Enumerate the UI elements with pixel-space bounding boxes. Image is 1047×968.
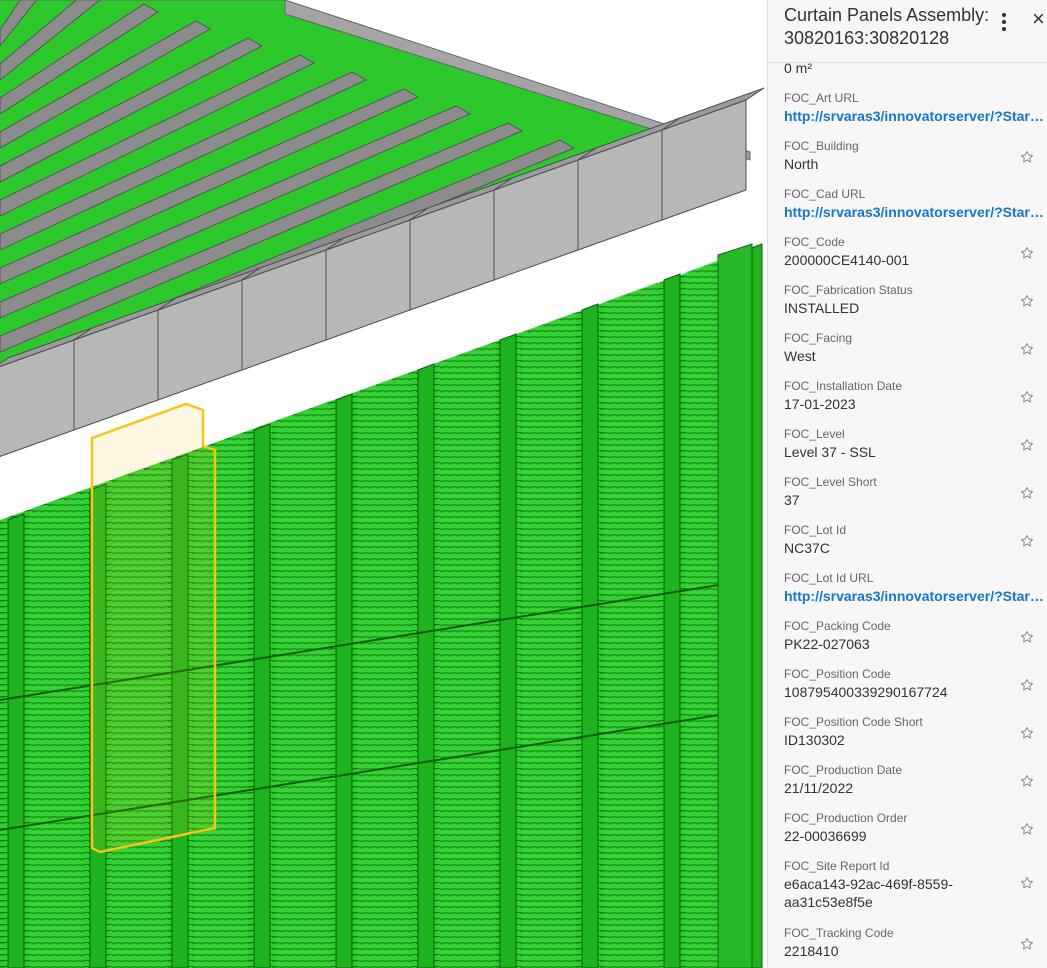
3d-model-viewport[interactable] bbox=[0, 0, 767, 968]
property-label: FOC_Production Date bbox=[784, 763, 903, 777]
property-value: 22-00036699 bbox=[784, 828, 867, 844]
property-row: FOC_Installation Date 17-01-2023 bbox=[784, 378, 1046, 413]
star-icon[interactable] bbox=[1020, 937, 1034, 951]
property-row: FOC_Fabrication Status INSTALLED bbox=[784, 282, 1046, 317]
star-icon[interactable] bbox=[1020, 390, 1034, 404]
property-value: 108795400339290167724 bbox=[784, 684, 948, 700]
property-row: FOC_Cad URL http://srvaras3/innovatorserv… bbox=[784, 186, 1047, 221]
property-label: FOC_Cad URL bbox=[784, 187, 866, 201]
property-label: FOC_Production Order bbox=[784, 811, 908, 825]
property-value: North bbox=[784, 156, 819, 172]
mullion bbox=[663, 273, 681, 968]
property-value: e6aca143-92ac-469f-8559-aa31c53e8f5e bbox=[784, 876, 953, 910]
property-label: FOC_Building bbox=[784, 139, 859, 153]
star-icon[interactable] bbox=[1020, 630, 1034, 644]
property-label: FOC_Lot Id URL bbox=[784, 571, 874, 585]
property-row: FOC_Site Report Id e6aca143-92ac-469f-855… bbox=[784, 858, 1046, 911]
louver-panel bbox=[440, 342, 494, 968]
property-label: FOC_Site Report Id bbox=[784, 859, 890, 873]
star-icon[interactable] bbox=[1020, 774, 1034, 788]
louver-panel bbox=[30, 492, 84, 968]
star-icon[interactable] bbox=[1020, 342, 1034, 356]
mullion bbox=[581, 303, 599, 968]
panel-header: Curtain Panels Assembly:30820163:3082012… bbox=[768, 0, 1047, 63]
louver-panel bbox=[358, 372, 412, 968]
property-value: 2218410 bbox=[784, 943, 839, 959]
star-icon[interactable] bbox=[1020, 246, 1034, 260]
star-icon[interactable] bbox=[1020, 678, 1034, 692]
property-value: NC37C bbox=[784, 540, 830, 556]
property-link[interactable]: http://srvaras3/innovatorserver/?StartIt… bbox=[784, 587, 1047, 605]
property-label: FOC_Installation Date bbox=[784, 379, 903, 393]
star-icon[interactable] bbox=[1020, 294, 1034, 308]
property-row: FOC_Level Short 37 bbox=[784, 474, 1046, 509]
star-icon[interactable] bbox=[1020, 822, 1034, 836]
star-icon[interactable] bbox=[1020, 876, 1034, 890]
parapet-box bbox=[661, 99, 747, 221]
property-label: FOC_Position Code bbox=[784, 667, 891, 681]
property-link[interactable]: http://srvaras3/innovatorserver/?StartIt… bbox=[784, 203, 1047, 221]
property-value: West bbox=[784, 348, 816, 364]
property-label: FOC_Code bbox=[784, 235, 845, 249]
louver-panel bbox=[276, 402, 330, 968]
property-label: FOC_Tracking Code bbox=[784, 926, 894, 940]
louver-panel bbox=[604, 282, 658, 968]
property-row: FOC_Code 200000CE4140-001 bbox=[784, 234, 1046, 269]
star-icon[interactable] bbox=[1020, 150, 1034, 164]
property-row: FOC_Lot Id NC37C bbox=[784, 522, 1046, 557]
properties-panel: 0 m² FOC_Art URL http://srvaras3/innovato… bbox=[767, 0, 1047, 968]
property-value: ID130302 bbox=[784, 732, 845, 748]
property-label: FOC_Position Code Short bbox=[784, 715, 923, 729]
property-value: 200000CE4140-001 bbox=[784, 252, 910, 268]
property-label: FOC_Facing bbox=[784, 331, 853, 345]
star-icon[interactable] bbox=[1020, 534, 1034, 548]
property-label: FOC_Packing Code bbox=[784, 619, 891, 633]
property-row: FOC_Tracking Code 2218410 bbox=[784, 925, 1046, 960]
mullion bbox=[335, 393, 353, 968]
property-row: FOC_Position Code 108795400339290167724 bbox=[784, 666, 1046, 701]
mullion bbox=[253, 423, 271, 968]
property-value: 17-01-2023 bbox=[784, 396, 856, 412]
property-row: FOC_Production Date 21/11/2022 bbox=[784, 762, 1046, 797]
facade-edge bbox=[717, 243, 753, 968]
property-row: FOC_Production Order 22-00036699 bbox=[784, 810, 1046, 845]
close-icon[interactable]: × bbox=[1032, 6, 1047, 32]
property-label: FOC_Fabrication Status bbox=[784, 283, 913, 297]
property-row: FOC_Level Level 37 - SSL bbox=[784, 426, 1046, 461]
property-value: 21/11/2022 bbox=[784, 780, 854, 796]
star-icon[interactable] bbox=[1020, 726, 1034, 740]
property-label: FOC_Level bbox=[784, 427, 845, 441]
mullion bbox=[417, 363, 435, 968]
property-row: FOC_Position Code Short ID130302 bbox=[784, 714, 1046, 749]
property-value: INSTALLED bbox=[784, 300, 860, 316]
property-value: PK22-027063 bbox=[784, 636, 870, 652]
property-value: 37 bbox=[784, 492, 800, 508]
property-row: FOC_Lot Id URL http://srvaras3/innovators… bbox=[784, 570, 1047, 605]
property-label: FOC_Level Short bbox=[784, 475, 877, 489]
property-row: FOC_Packing Code PK22-027063 bbox=[784, 618, 1046, 653]
panel-title: Curtain Panels Assembly:30820163:3082012… bbox=[784, 5, 990, 48]
property-label: FOC_Art URL bbox=[784, 91, 859, 105]
mullion bbox=[499, 333, 517, 968]
property-row: FOC_Art URL http://srvaras3/innovatorserv… bbox=[784, 90, 1047, 125]
selected-panel-highlight[interactable] bbox=[90, 402, 217, 854]
property-link[interactable]: http://srvaras3/innovatorserver/?StartIt… bbox=[784, 107, 1047, 125]
kebab-menu-icon[interactable] bbox=[994, 10, 1014, 34]
star-icon[interactable] bbox=[1020, 438, 1034, 452]
property-row: FOC_Building North bbox=[784, 138, 1046, 173]
mullion bbox=[7, 513, 25, 968]
star-icon[interactable] bbox=[1020, 486, 1034, 500]
property-row: FOC_Facing West bbox=[784, 330, 1046, 365]
louver-panel bbox=[522, 312, 576, 968]
property-label: FOC_Lot Id bbox=[784, 523, 847, 537]
property-value: Level 37 - SSL bbox=[784, 444, 876, 460]
